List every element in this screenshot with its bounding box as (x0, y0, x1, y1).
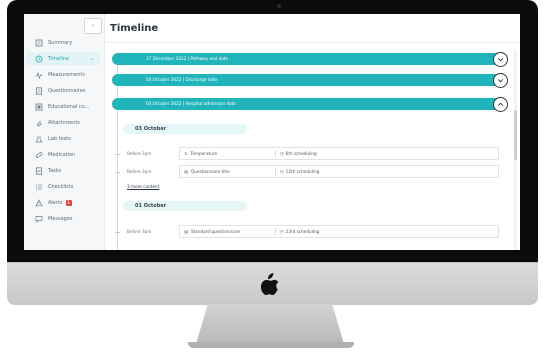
sidebar-item-checklists[interactable]: Checklists (26, 180, 100, 193)
sidebar-item-summary[interactable]: Summary (26, 36, 100, 49)
questionnaire-icon: ▤ (184, 169, 188, 174)
camera-dot (277, 4, 281, 8)
row-time: Before 3pm (127, 229, 152, 234)
event-label: 17 December 2022 | Pathway end date (146, 56, 229, 61)
education-icon (34, 102, 43, 111)
row-divider (275, 228, 276, 235)
sidebar-item-medication[interactable]: Medication (26, 148, 100, 161)
row-name: ↯ Temperature (184, 151, 218, 156)
questionnaire-icon (34, 86, 43, 95)
row-schedule: ◷ 6th scheduling (280, 151, 317, 156)
sidebar-item-label: Medication (48, 151, 76, 158)
sidebar-item-label: Timeline (48, 55, 70, 62)
sidebar-item-label: Attachments (48, 119, 80, 126)
page-title: Timeline (110, 23, 159, 34)
sidebar-item-attachments[interactable]: Attachments (26, 116, 100, 129)
sidebar-item-label: Lab tests (48, 135, 71, 142)
table-row[interactable]: ▤ Standard questionnaire ◷ 23rd scheduling (179, 225, 499, 238)
event-bar-discharge[interactable]: 04 October 2022 | Discharge date (112, 74, 498, 86)
title-divider (105, 42, 520, 43)
sidebar-item-label: Checklists (48, 183, 74, 190)
row-time: Before 3pm (127, 169, 152, 174)
alert-icon (34, 198, 43, 207)
thermometer-icon: ↯ (184, 151, 188, 156)
sidebar-item-label: Measurements (48, 71, 85, 78)
sidebar-item-label: Questionnaires (48, 87, 86, 94)
row-schedule: ◷ 23rd scheduling (280, 229, 320, 234)
date-label: 03 October (135, 126, 167, 132)
row-name: ▤ Questionnaire title (184, 169, 230, 174)
sidebar-item-label: Summary (48, 39, 73, 46)
imac-device: « Summary Timeline ⌄ Measurements Questi… (0, 0, 545, 356)
checklist-icon (34, 182, 43, 191)
date-header: 01 October (123, 201, 247, 211)
app-screen: « Summary Timeline ⌄ Measurements Questi… (24, 14, 520, 250)
clock-icon: ◷ (280, 169, 284, 174)
row-divider (275, 150, 276, 157)
timeline-tick (115, 154, 120, 155)
sidebar-item-label: Alerts (48, 199, 63, 206)
main-content: Timeline 17 December 2022 | Pathway end … (105, 14, 520, 250)
questionnaire-icon: ▤ (184, 229, 188, 234)
scrollbar-thumb[interactable] (514, 110, 517, 160)
monitor-stand-base (188, 342, 354, 348)
chevron-down-icon (497, 79, 504, 83)
main-scrollbar[interactable] (514, 50, 517, 250)
alert-count-badge: 1 (65, 199, 72, 206)
timeline-tick (115, 172, 120, 173)
more-content-link[interactable]: 3 more content (127, 184, 159, 189)
sidebar-item-tasks[interactable]: Tasks (26, 164, 100, 177)
timeline-tick (115, 232, 120, 233)
attachment-icon (34, 118, 43, 127)
summary-icon (34, 38, 43, 47)
measurements-icon (34, 70, 43, 79)
table-row[interactable]: ↯ Temperature ◷ 6th scheduling (179, 147, 499, 160)
sidebar: « Summary Timeline ⌄ Measurements Questi… (24, 14, 105, 250)
sidebar-item-label: Educational co... (48, 103, 90, 110)
sidebar-item-messages[interactable]: Messages (26, 212, 100, 225)
chevron-up-icon (497, 102, 504, 106)
event-bar-pathway-end[interactable]: 17 December 2022 | Pathway end date (112, 53, 498, 65)
timeline-icon (34, 54, 43, 63)
monitor-stand (196, 304, 344, 344)
table-row[interactable]: ▤ Questionnaire title ◷ 12th scheduling (179, 165, 499, 178)
row-schedule: ◷ 12th scheduling (280, 169, 320, 174)
event-collapse-button[interactable] (493, 97, 508, 112)
date-header: 03 October (123, 124, 247, 134)
clock-icon: ◷ (280, 229, 284, 234)
timeline-track (117, 62, 118, 250)
lab-icon (34, 134, 43, 143)
clock-icon: ◷ (280, 151, 284, 156)
row-time: Before 3pm (127, 151, 152, 156)
sidebar-collapse-button[interactable]: « (84, 18, 102, 34)
sidebar-item-timeline[interactable]: Timeline ⌄ (26, 52, 100, 65)
sidebar-item-label: Tasks (48, 167, 62, 174)
event-expand-button[interactable] (493, 73, 508, 88)
messages-icon (34, 214, 43, 223)
pill-icon (34, 150, 43, 159)
sidebar-item-alerts[interactable]: Alerts 1 (26, 196, 100, 209)
event-label: 04 October 2022 | Discharge date (146, 77, 218, 82)
tasks-icon (34, 166, 43, 175)
event-bar-admission[interactable]: 03 October 2022 | Hospital admission dat… (112, 98, 498, 110)
date-label: 01 October (135, 203, 167, 209)
apple-logo-icon (261, 273, 279, 295)
event-label: 03 October 2022 | Hospital admission dat… (146, 101, 236, 106)
chevron-down-icon (497, 58, 504, 62)
sidebar-item-lab-tests[interactable]: Lab tests (26, 132, 100, 145)
chevron-down-icon: ⌄ (89, 55, 94, 62)
row-name: ▤ Standard questionnaire (184, 229, 241, 234)
sidebar-item-label: Messages (48, 215, 73, 222)
row-divider (275, 168, 276, 175)
sidebar-item-educational-content[interactable]: Educational co... (26, 100, 100, 113)
sidebar-item-questionnaires[interactable]: Questionnaires (26, 84, 100, 97)
event-expand-button[interactable] (493, 52, 508, 67)
sidebar-item-measurements[interactable]: Measurements (26, 68, 100, 81)
